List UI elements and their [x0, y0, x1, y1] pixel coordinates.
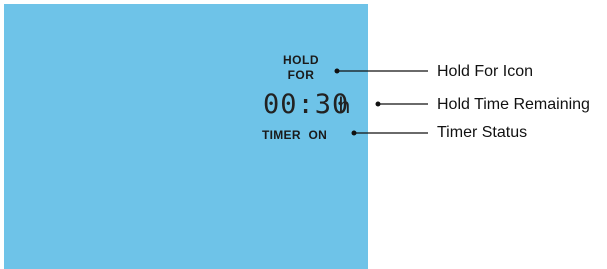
- label-timer-status: Timer Status: [437, 124, 528, 141]
- label-hold-time-remaining: Hold Time Remaining: [437, 96, 590, 113]
- callout-hold-for: [334, 68, 428, 74]
- callout-hold-time: [375, 101, 428, 107]
- label-hold-for-icon: Hold For Icon: [437, 63, 534, 80]
- callout-timer-status: [351, 130, 428, 136]
